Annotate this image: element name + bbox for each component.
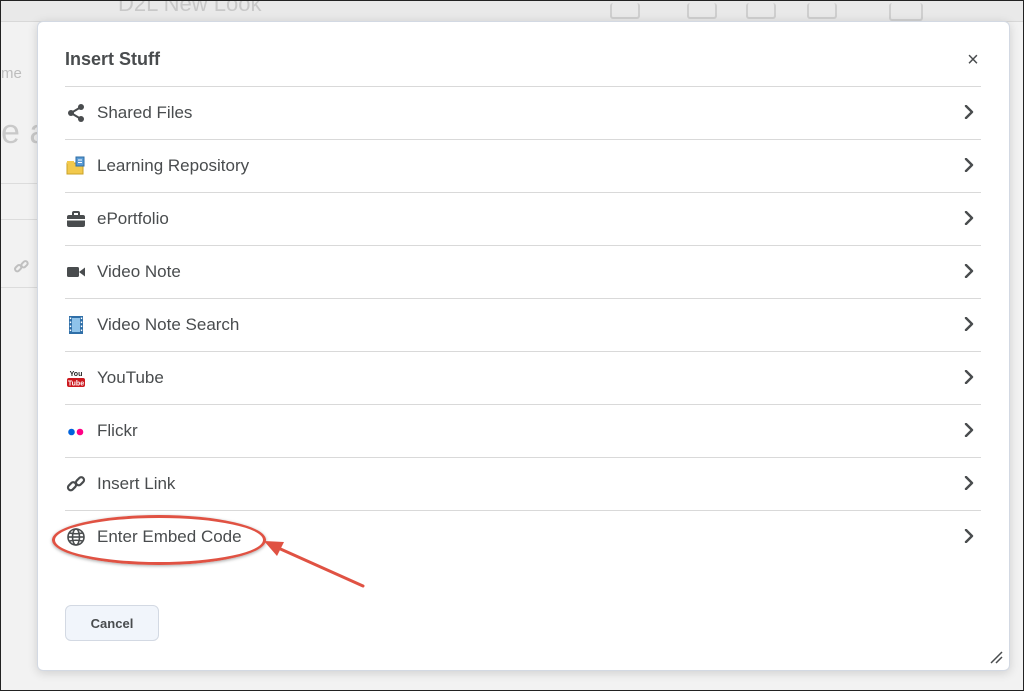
insert-options-list: Shared Files Learning Repository ePortfo… [65, 86, 981, 563]
flickr-icon [65, 420, 87, 442]
item-label: Video Note [97, 262, 181, 281]
close-button[interactable]: × [963, 50, 983, 70]
share-icon [65, 102, 87, 124]
globe-icon [65, 526, 87, 548]
chevron-right-icon [961, 422, 977, 438]
chevron-right-icon [961, 475, 977, 491]
background-breadcrumb: me [1, 65, 22, 82]
dialog-title: Insert Stuff [65, 49, 161, 69]
item-label: Learning Repository [97, 156, 250, 175]
background-divider [1, 287, 41, 288]
video-camera-icon [65, 261, 87, 283]
item-label: ePortfolio [97, 209, 169, 228]
item-label: Shared Files [97, 103, 193, 122]
list-item-flickr[interactable]: Flickr [65, 405, 981, 458]
resize-grip-icon[interactable] [989, 650, 1003, 664]
film-icon [65, 314, 87, 336]
list-item-enter-embed-code[interactable]: Enter Embed Code [65, 511, 981, 563]
background-page-title: D2L New Look [118, 0, 262, 16]
avatar [889, 3, 923, 21]
list-item-learning-repository[interactable]: Learning Repository [65, 140, 981, 193]
cancel-button[interactable]: Cancel [65, 605, 159, 641]
link-icon [65, 473, 87, 495]
message-icon [687, 3, 717, 19]
chevron-right-icon [961, 157, 977, 173]
background-link-icon [13, 258, 31, 280]
background-divider [1, 219, 41, 220]
list-item-video-note-search[interactable]: Video Note Search [65, 299, 981, 352]
item-label: Insert Link [97, 474, 176, 493]
youtube-icon-text-top: You [70, 371, 83, 378]
background-divider [1, 183, 41, 184]
repository-icon [65, 155, 87, 177]
item-label: YouTube [97, 368, 164, 387]
screenshot-frame: D2L New Look me e a Insert Stuff × Share… [0, 0, 1024, 691]
list-item-insert-link[interactable]: Insert Link [65, 458, 981, 511]
list-item-video-note[interactable]: Video Note [65, 246, 981, 299]
chevron-right-icon [961, 104, 977, 120]
apps-icon [610, 3, 640, 19]
item-label: Enter Embed Code [97, 527, 242, 546]
list-item-youtube[interactable]: You Tube YouTube [65, 352, 981, 405]
briefcase-icon [65, 208, 87, 230]
list-item-eportfolio[interactable]: ePortfolio [65, 193, 981, 246]
chevron-right-icon [961, 316, 977, 332]
chevron-right-icon [961, 263, 977, 279]
youtube-icon: You Tube [65, 367, 87, 389]
chevron-right-icon [961, 369, 977, 385]
item-label: Flickr [97, 421, 138, 440]
subscription-icon [746, 3, 776, 19]
youtube-icon-text-bottom: Tube [68, 381, 84, 388]
insert-stuff-dialog: Insert Stuff × Shared Files Learning Rep… [37, 21, 1010, 671]
item-label: Video Note Search [97, 315, 240, 334]
chevron-right-icon [961, 528, 977, 544]
notification-icon [807, 3, 837, 19]
list-item-shared-files[interactable]: Shared Files [65, 87, 981, 140]
chevron-right-icon [961, 210, 977, 226]
